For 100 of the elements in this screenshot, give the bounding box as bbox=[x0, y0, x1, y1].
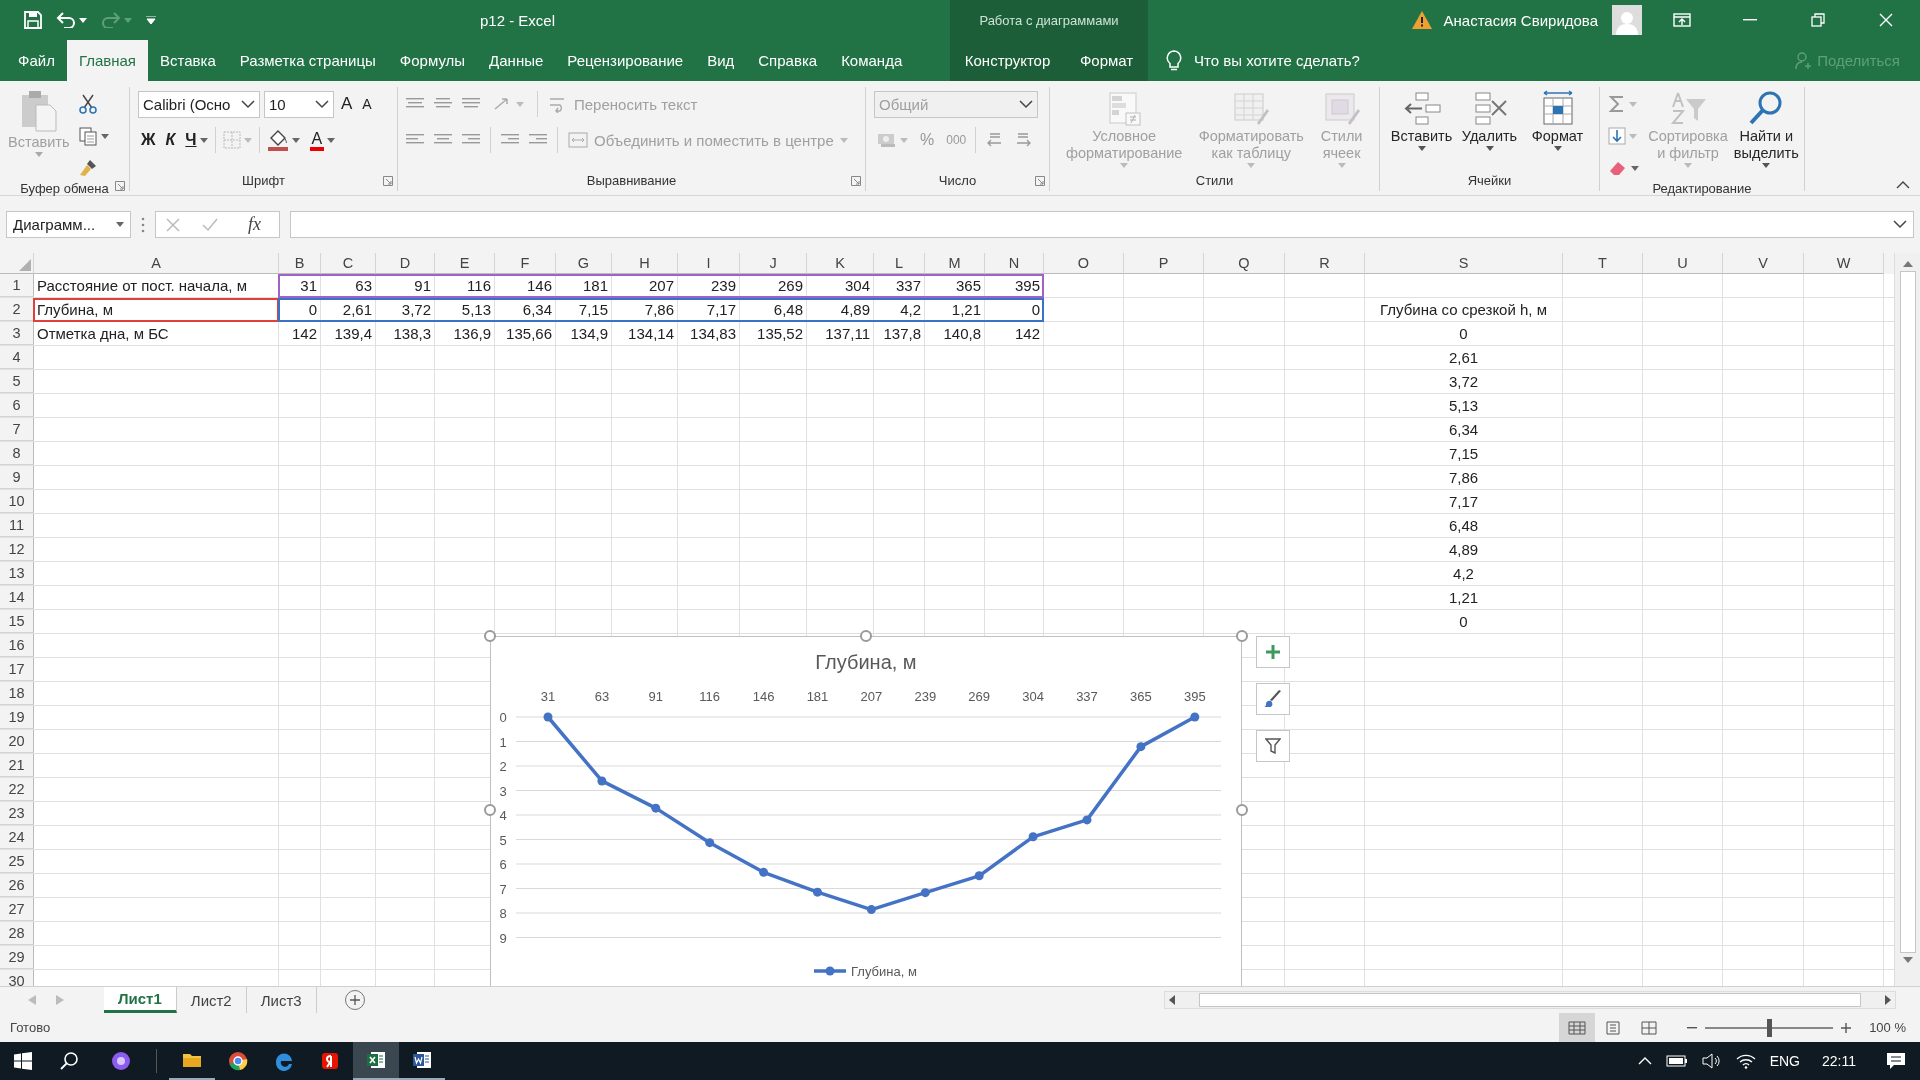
column-header[interactable]: O bbox=[1044, 253, 1124, 274]
dialog-launcher-icon[interactable] bbox=[115, 181, 125, 191]
column-header[interactable]: L bbox=[874, 253, 925, 274]
undo-button[interactable] bbox=[56, 12, 87, 28]
ribbon-tab[interactable]: Вставка bbox=[148, 40, 228, 81]
chart-filters-button[interactable] bbox=[1256, 730, 1290, 762]
chart-elements-button[interactable] bbox=[1256, 636, 1290, 668]
vertical-scrollbar[interactable] bbox=[1894, 253, 1920, 986]
ribbon-tab[interactable]: Справка bbox=[746, 40, 830, 81]
ribbon-tab[interactable]: Рецензирование bbox=[555, 40, 696, 81]
row-header[interactable]: 17 bbox=[0, 658, 34, 681]
battery-icon[interactable] bbox=[1665, 1055, 1688, 1067]
chevron-up-icon[interactable] bbox=[1637, 1057, 1652, 1065]
ribbon-tab[interactable]: Данные bbox=[477, 40, 556, 81]
row-header[interactable]: 5 bbox=[0, 370, 34, 393]
resize-handle[interactable] bbox=[484, 804, 496, 816]
resize-handle[interactable] bbox=[1236, 630, 1248, 642]
select-all-icon[interactable] bbox=[19, 259, 31, 271]
bold-button[interactable]: Ж bbox=[138, 127, 159, 153]
column-header[interactable]: I bbox=[678, 253, 740, 274]
resize-handle[interactable] bbox=[860, 630, 872, 642]
row-header[interactable]: 3 bbox=[0, 322, 34, 345]
column-header[interactable]: P bbox=[1124, 253, 1204, 274]
row-header[interactable]: 15 bbox=[0, 610, 34, 633]
wifi-icon[interactable] bbox=[1735, 1053, 1756, 1069]
column-header[interactable]: C bbox=[321, 253, 376, 274]
row-header[interactable]: 11 bbox=[0, 514, 34, 537]
column-header[interactable]: D bbox=[376, 253, 435, 274]
name-box[interactable]: Диаграмм... bbox=[6, 211, 131, 238]
save-button[interactable] bbox=[24, 11, 42, 29]
row-header[interactable]: 9 bbox=[0, 466, 34, 489]
ribbon-tab[interactable]: Главная bbox=[66, 40, 148, 81]
ribbon-tab[interactable]: Разметка страницы bbox=[227, 40, 388, 81]
column-header[interactable]: U bbox=[1643, 253, 1723, 274]
insert-function-button[interactable]: fx bbox=[240, 214, 269, 235]
column-header[interactable]: W bbox=[1804, 253, 1884, 274]
horizontal-scrollbar[interactable] bbox=[1164, 991, 1896, 1009]
grow-font-button[interactable]: A bbox=[338, 91, 356, 117]
ribbon-tab[interactable]: Файл bbox=[6, 40, 67, 81]
column-header[interactable]: B bbox=[279, 253, 321, 274]
insert-cells-button[interactable]: Вставить bbox=[1390, 89, 1453, 151]
row-header[interactable]: 4 bbox=[0, 346, 34, 369]
row-header[interactable]: 10 bbox=[0, 490, 34, 513]
ribbon-tab[interactable]: Команда bbox=[829, 40, 915, 81]
slider-thumb[interactable] bbox=[1767, 1018, 1773, 1037]
row-header[interactable]: 18 bbox=[0, 682, 34, 705]
zoom-out-icon[interactable] bbox=[1687, 1026, 1698, 1029]
ribbon-tab[interactable]: Формат bbox=[1071, 40, 1142, 81]
row-header[interactable]: 20 bbox=[0, 730, 34, 753]
row-header[interactable]: 28 bbox=[0, 922, 34, 945]
resize-handle[interactable] bbox=[484, 630, 496, 642]
row-header[interactable]: 7 bbox=[0, 418, 34, 441]
row-header[interactable]: 25 bbox=[0, 850, 34, 873]
column-header[interactable]: J bbox=[740, 253, 807, 274]
column-header[interactable]: E bbox=[435, 253, 495, 274]
row-header[interactable]: 24 bbox=[0, 826, 34, 849]
row-header[interactable]: 16 bbox=[0, 634, 34, 657]
row-header[interactable]: 13 bbox=[0, 562, 34, 585]
row-header[interactable]: 21 bbox=[0, 754, 34, 777]
row-header[interactable]: 23 bbox=[0, 802, 34, 825]
clock[interactable]: 22:11 bbox=[1822, 1053, 1856, 1069]
zoom-in-icon[interactable] bbox=[1841, 1022, 1852, 1033]
taskbar-app[interactable] bbox=[353, 1042, 399, 1080]
row-header[interactable]: 8 bbox=[0, 442, 34, 465]
row-header[interactable]: 30 bbox=[0, 970, 34, 986]
formula-input[interactable] bbox=[290, 211, 1914, 238]
row-header[interactable]: 2 bbox=[0, 298, 34, 321]
column-header[interactable]: H bbox=[612, 253, 678, 274]
ribbon-tab[interactable]: Конструктор bbox=[956, 40, 1059, 81]
font-size-field[interactable]: 10 bbox=[264, 90, 334, 118]
customize-button[interactable] bbox=[146, 16, 156, 24]
column-header[interactable]: V bbox=[1723, 253, 1804, 274]
format-cells-button[interactable]: Формат bbox=[1526, 89, 1589, 151]
sheet-tab[interactable]: Лист1 bbox=[104, 987, 177, 1013]
cancel-icon[interactable] bbox=[166, 217, 180, 232]
row-header[interactable]: 14 bbox=[0, 586, 34, 609]
column-header[interactable]: T bbox=[1563, 253, 1643, 274]
column-header[interactable]: N bbox=[985, 253, 1044, 274]
column-header[interactable]: S bbox=[1365, 253, 1563, 274]
speaker-icon[interactable] bbox=[1701, 1053, 1722, 1069]
row-header[interactable]: 12 bbox=[0, 538, 34, 561]
zoom-level[interactable]: 100 % bbox=[1869, 1020, 1906, 1035]
language-indicator[interactable]: ENG bbox=[1769, 1053, 1800, 1069]
redo-button[interactable] bbox=[101, 12, 132, 28]
delete-cells-button[interactable]: Удалить bbox=[1458, 89, 1521, 151]
dialog-launcher-icon[interactable] bbox=[1035, 176, 1045, 186]
shrink-font-button[interactable]: A bbox=[359, 91, 375, 117]
column-header[interactable]: R bbox=[1285, 253, 1365, 274]
font-color-button[interactable]: A bbox=[306, 127, 339, 153]
row-header[interactable]: 29 bbox=[0, 946, 34, 969]
normal-view-button[interactable] bbox=[1559, 1013, 1596, 1042]
chart-area[interactable]: Глубина, м 0 1 2 3 4 5 6 7 8 9 31 63 91 116 146 181 207 239 269 304 337 365 395 Глубина, м bbox=[490, 636, 1242, 986]
column-header[interactable]: M bbox=[925, 253, 985, 274]
dialog-launcher-icon[interactable] bbox=[851, 176, 861, 186]
row-header[interactable]: 6 bbox=[0, 394, 34, 417]
row-header[interactable]: 1 bbox=[0, 274, 34, 297]
column-header[interactable]: Q bbox=[1204, 253, 1285, 274]
check-icon[interactable] bbox=[202, 217, 218, 232]
collapse-ribbon-icon[interactable] bbox=[1896, 181, 1910, 189]
ribbon-tab[interactable]: Формулы bbox=[387, 40, 478, 81]
